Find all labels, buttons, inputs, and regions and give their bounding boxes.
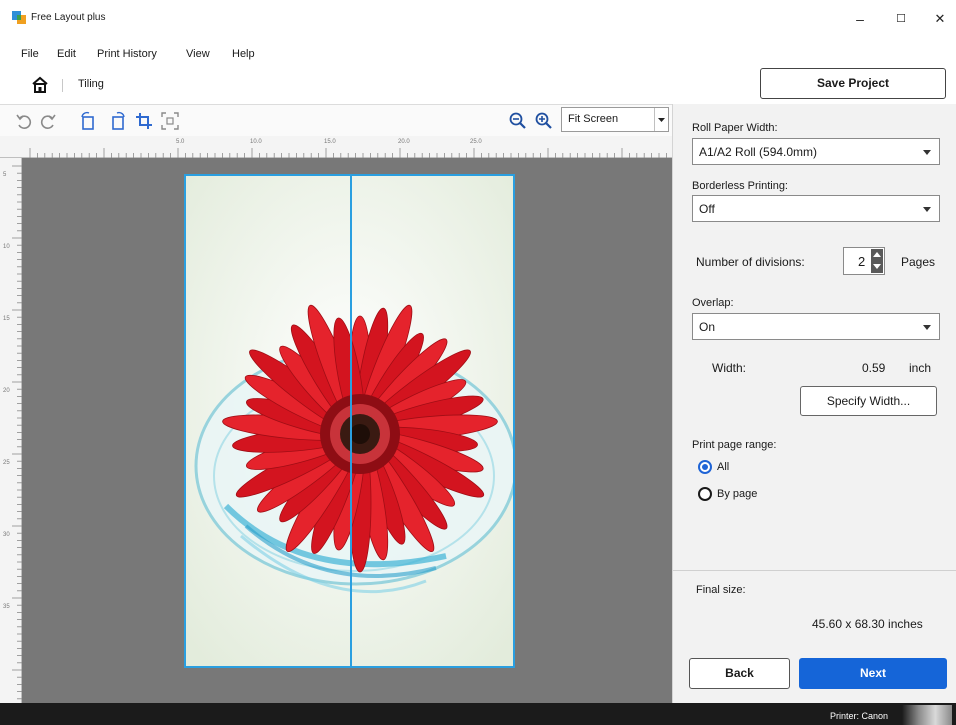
ruler-label: 30 <box>3 532 10 538</box>
ruler-label: 20 <box>3 388 10 394</box>
borderless-printing-label: Borderless Printing: <box>692 180 788 192</box>
menu-view[interactable]: View <box>186 48 210 60</box>
divisions-unit: Pages <box>901 255 936 269</box>
ruler-label: 10 <box>3 244 10 250</box>
home-icon[interactable] <box>31 76 49 94</box>
settings-panel: Roll Paper Width: A1/A2 Roll (594.0mm) B… <box>672 104 956 703</box>
print-range-label: Print page range: <box>692 439 777 451</box>
vertical-ruler: 5 10 15 20 25 30 35 <box>0 158 22 703</box>
ruler-label: 15 <box>3 316 10 322</box>
status-bar-fade <box>902 705 952 725</box>
fit-page-icon[interactable] <box>160 111 180 131</box>
breadcrumb: Tiling <box>0 70 500 100</box>
menu-print-history[interactable]: Print History <box>97 48 157 60</box>
overlap-value: On <box>699 320 716 334</box>
menu-help[interactable]: Help <box>232 48 255 60</box>
borderless-printing-value: Off <box>699 202 715 216</box>
undo-icon[interactable] <box>14 111 34 131</box>
chevron-down-icon <box>923 150 931 155</box>
range-all-radio[interactable] <box>698 460 712 474</box>
divisions-label: Number of divisions: <box>696 255 805 269</box>
ruler-label: 5 <box>3 172 7 178</box>
ruler-label: 5.0 <box>176 139 185 145</box>
preview-canvas[interactable]: 5.0 10.0 15.0 20.0 25.0 5 10 15 20 25 30… <box>0 136 672 703</box>
rotate-left-icon[interactable] <box>78 111 98 131</box>
ruler-label: 25 <box>3 460 10 466</box>
window-title: Free Layout plus <box>31 12 106 23</box>
roll-paper-width-label: Roll Paper Width: <box>692 122 778 134</box>
menu-edit[interactable]: Edit <box>57 48 76 60</box>
status-bar: Printer: Canon <box>0 703 956 725</box>
range-by-page-radio[interactable] <box>698 487 712 501</box>
maximize-button[interactable]: ☐ <box>887 8 915 30</box>
breadcrumb-separator <box>62 79 63 92</box>
specify-width-button[interactable]: Specify Width... <box>800 386 937 416</box>
next-button[interactable]: Next <box>799 658 947 689</box>
crop-icon[interactable] <box>134 111 154 131</box>
divisions-value: 2 <box>858 254 866 269</box>
overlap-label: Overlap: <box>692 297 734 309</box>
width-value: 0.59 <box>862 361 886 375</box>
ruler-label: 35 <box>3 604 10 610</box>
roll-paper-width-select[interactable]: A1/A2 Roll (594.0mm) <box>692 138 940 165</box>
chevron-down-icon <box>654 108 668 131</box>
stepper-buttons[interactable] <box>871 249 883 273</box>
back-button[interactable]: Back <box>689 658 790 689</box>
ruler-label: 20.0 <box>398 139 410 145</box>
zoom-select[interactable]: Fit Screen <box>561 107 669 132</box>
divisions-stepper[interactable]: 2 <box>843 247 885 275</box>
ruler-label: 25.0 <box>470 139 482 145</box>
borderless-printing-select[interactable]: Off <box>692 195 940 222</box>
range-all-label[interactable]: All <box>717 461 729 473</box>
stepper-down-icon[interactable] <box>873 264 881 269</box>
printer-status: Printer: Canon <box>830 711 889 721</box>
minimize-button[interactable]: – <box>846 8 874 30</box>
overlap-select[interactable]: On <box>692 313 940 340</box>
zoom-out-icon[interactable] <box>508 111 528 131</box>
ruler-label: 15.0 <box>324 139 336 145</box>
panel-divider <box>673 570 956 571</box>
width-label: Width: <box>712 361 747 375</box>
redo-icon[interactable] <box>38 111 58 131</box>
tile-divider-line[interactable] <box>350 176 352 666</box>
roll-paper-width-value: A1/A2 Roll (594.0mm) <box>699 145 818 159</box>
breadcrumb-current: Tiling <box>78 78 104 90</box>
chevron-down-icon <box>923 207 931 212</box>
app-logo-icon <box>12 11 26 24</box>
final-size-label: Final size: <box>696 584 746 596</box>
close-button[interactable]: ✕ <box>926 8 954 30</box>
stepper-up-icon[interactable] <box>873 252 881 257</box>
range-by-page-label[interactable]: By page <box>717 488 757 500</box>
horizontal-ruler: 5.0 10.0 15.0 20.0 25.0 <box>0 136 672 158</box>
print-page-preview[interactable] <box>184 174 515 668</box>
ruler-label: 10.0 <box>250 139 262 145</box>
horizontal-ruler-ticks <box>29 148 667 158</box>
rotate-right-icon[interactable] <box>108 111 128 131</box>
zoom-select-value: Fit Screen <box>568 113 619 125</box>
menu-file[interactable]: File <box>21 48 39 60</box>
menu-bar: File Edit Print History View Help <box>0 44 700 66</box>
vertical-ruler-ticks <box>12 165 22 700</box>
save-project-button[interactable]: Save Project <box>760 68 946 99</box>
width-unit: inch <box>909 361 932 375</box>
chevron-down-icon <box>923 325 931 330</box>
zoom-in-icon[interactable] <box>534 111 554 131</box>
title-bar: Free Layout plus – ☐ ✕ <box>0 0 956 36</box>
final-size-value: 45.60 x 68.30 inches <box>812 617 923 631</box>
